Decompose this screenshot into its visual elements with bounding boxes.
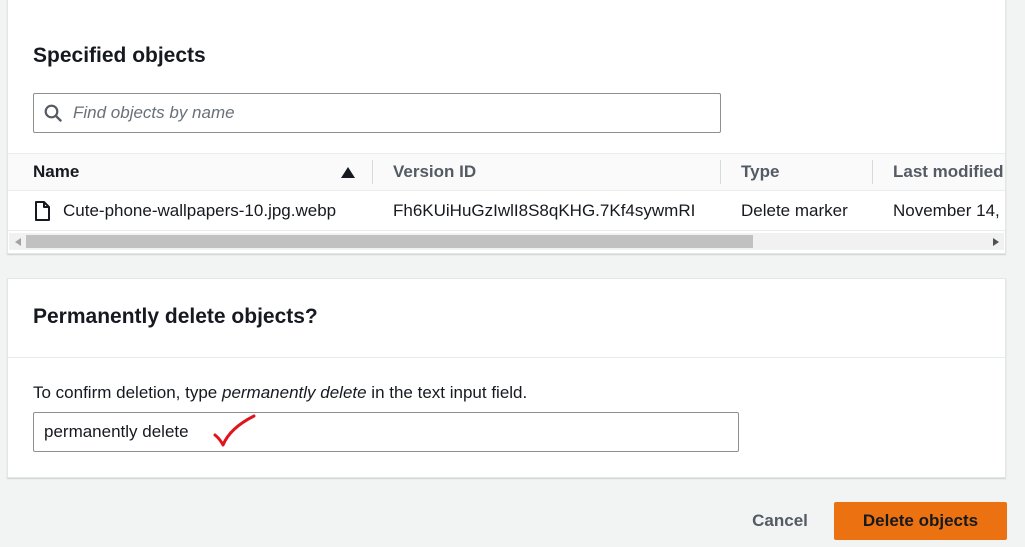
column-separator[interactable]: [872, 160, 873, 184]
specified-objects-panel: Specified objects Name Version ID Type L…: [7, 0, 1006, 254]
scroll-left-arrow-icon[interactable]: [9, 233, 26, 250]
confirm-input[interactable]: [44, 414, 644, 450]
object-type: Delete marker: [741, 201, 848, 220]
confirm-phrase: permanently delete: [221, 383, 367, 402]
divider: [8, 357, 1005, 358]
object-name: Cute-phone-wallpapers-10.jpg.webp: [63, 201, 337, 220]
search-input[interactable]: [73, 95, 693, 131]
scrollbar-thumb[interactable]: [26, 235, 753, 248]
table-row: Cute-phone-wallpapers-10.jpg.webp Fh6KUi…: [8, 191, 1005, 231]
table-header: Name Version ID Type Last modified: [8, 153, 1005, 191]
column-header-last-modified[interactable]: Last modified: [893, 162, 1004, 182]
search-icon: [44, 104, 62, 122]
confirm-instruction-after: in the text input field.: [366, 383, 528, 402]
cancel-button[interactable]: Cancel: [738, 502, 822, 540]
column-separator[interactable]: [372, 160, 373, 184]
checkmark-annotation-icon: [213, 414, 256, 447]
permanent-delete-panel: Permanently delete objects? To confirm d…: [7, 278, 1006, 478]
confirm-instruction-before: To confirm deletion, type: [33, 383, 222, 402]
object-version-id: Fh6KUiHuGzIwlI8S8qKHG.7Kf4sywmRI: [393, 201, 696, 220]
confirm-instruction: To confirm deletion, type permanently de…: [33, 383, 527, 403]
delete-objects-button[interactable]: Delete objects: [834, 502, 1007, 540]
scroll-right-arrow-icon[interactable]: [987, 233, 1004, 250]
column-header-version-id[interactable]: Version ID: [393, 162, 476, 182]
object-last-modified: November 14,: [893, 201, 1000, 220]
column-header-type[interactable]: Type: [741, 162, 779, 182]
confirm-input-field[interactable]: [33, 412, 739, 452]
horizontal-scrollbar[interactable]: [9, 233, 1004, 250]
file-icon: [35, 201, 50, 221]
search-field[interactable]: [33, 93, 721, 133]
column-header-name[interactable]: Name: [33, 162, 79, 182]
column-separator[interactable]: [720, 160, 721, 184]
sort-ascending-icon[interactable]: [341, 167, 355, 178]
specified-objects-title: Specified objects: [33, 44, 206, 67]
permanent-delete-title: Permanently delete objects?: [33, 305, 318, 328]
